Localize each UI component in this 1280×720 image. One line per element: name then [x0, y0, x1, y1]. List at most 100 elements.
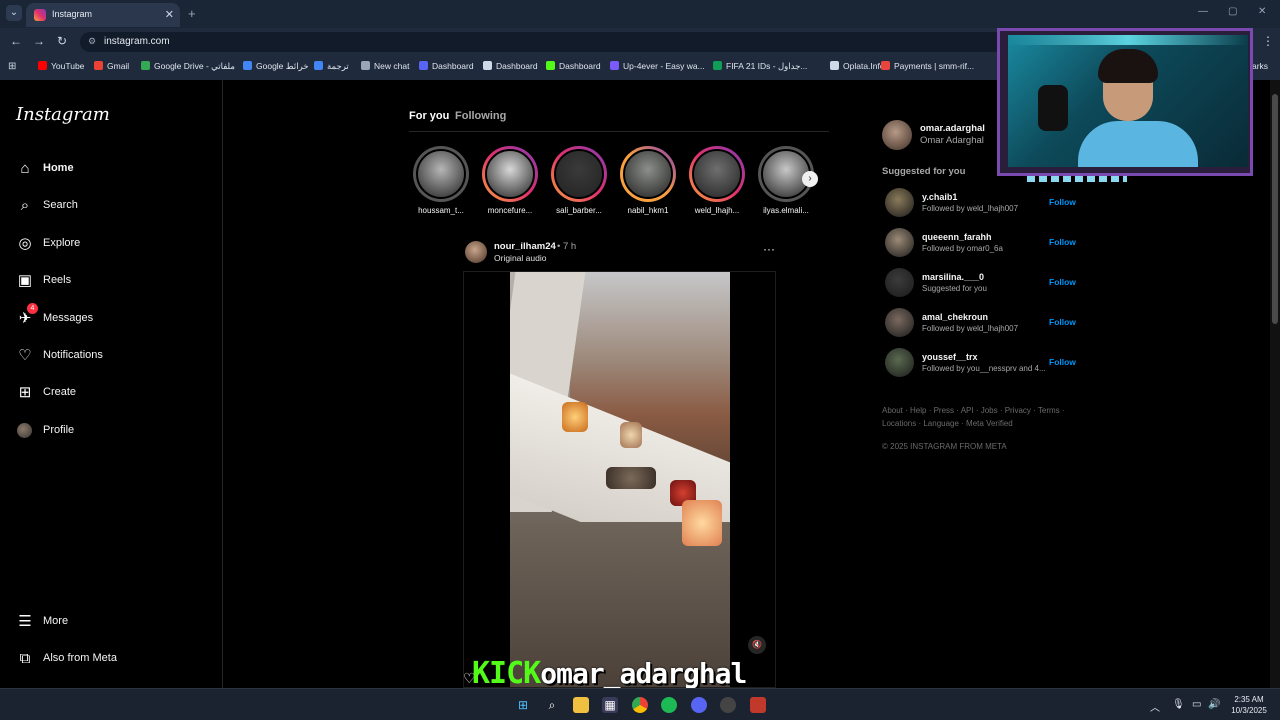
suggestion-subtitle: Followed by weld_lhajh007 — [922, 324, 1019, 333]
footer-links[interactable]: About · Help · Press · API · Jobs · Priv… — [882, 404, 1082, 430]
tab-following[interactable]: Following — [455, 110, 506, 122]
stories-next-icon[interactable]: › — [802, 171, 818, 187]
nav-item-notifications[interactable]: ♡ Notifications — [16, 345, 206, 369]
post-author-username[interactable]: nour_ilham24 — [494, 241, 556, 252]
post-author-avatar[interactable] — [465, 241, 487, 263]
candle-image — [682, 500, 722, 546]
back-icon[interactable]: ← — [10, 34, 22, 48]
nav-item-also-from-meta[interactable]: ⧉ Also from Meta — [16, 648, 206, 672]
tab-search-button[interactable]: ⌄ — [6, 5, 22, 21]
webcam-frame — [997, 28, 1253, 176]
suggestion-avatar[interactable] — [885, 308, 914, 337]
nav-item-create[interactable]: ⊞ Create — [16, 382, 206, 406]
maximize-icon[interactable]: ▢ — [1228, 6, 1237, 17]
follow-button[interactable]: Follow — [1049, 197, 1076, 207]
follow-button[interactable]: Follow — [1049, 317, 1076, 327]
app-icon[interactable] — [750, 697, 766, 713]
page-scrollbar[interactable] — [1270, 80, 1280, 688]
suggestion-avatar[interactable] — [885, 228, 914, 257]
nav-item-more[interactable]: ☰ More — [16, 611, 206, 635]
post-more-icon[interactable]: ··· — [763, 242, 775, 256]
nav-label: Create — [43, 386, 77, 398]
chrome-icon[interactable] — [632, 697, 648, 713]
spotify-icon[interactable] — [661, 697, 677, 713]
story-item[interactable]: nabil_hkm1 — [617, 146, 677, 218]
mic-icon[interactable]: 🎙 — [1172, 699, 1185, 710]
nav-item-explore[interactable]: ◎ Explore — [16, 233, 206, 257]
bookmark-item[interactable]: Google Drive - ملفاتي — [141, 61, 235, 72]
suggestion-avatar[interactable] — [885, 348, 914, 377]
meta-icon: ⧉ — [19, 650, 31, 667]
tray-overflow-icon[interactable]: ︿ — [1150, 699, 1160, 714]
tab-close-icon[interactable]: ✕ — [165, 8, 174, 21]
story-item[interactable]: houssam_t... — [410, 146, 470, 218]
story-item[interactable]: sali_barber... — [548, 146, 608, 218]
reload-icon[interactable]: ↻ — [57, 34, 67, 48]
all-bookmarks-button[interactable]: arks — [1252, 61, 1268, 71]
bookmark-item[interactable]: Up-4ever - Easy wa... — [610, 61, 705, 71]
follow-button[interactable]: Follow — [1049, 237, 1076, 247]
store-icon[interactable]: ▦ — [602, 697, 618, 713]
mute-icon[interactable]: 🔇 — [748, 636, 766, 654]
footer-line[interactable]: About · Help · Press · API · Jobs · Priv… — [882, 404, 1082, 417]
windows-start-icon[interactable]: ⊞ — [515, 697, 531, 713]
minimize-icon[interactable]: — — [1198, 6, 1208, 17]
tab-for-you[interactable]: For you — [409, 110, 449, 122]
bookmark-item[interactable]: Oplata.Info — [830, 61, 885, 71]
story-username: moncefure... — [487, 206, 533, 215]
site-settings-icon[interactable]: ⚙ — [88, 36, 96, 47]
bookmark-item[interactable]: New chat — [361, 61, 409, 71]
footer-line[interactable]: Locations · Language · Meta Verified — [882, 417, 1082, 430]
clock-time: 2:35 AM — [1234, 695, 1264, 704]
suggestion-username[interactable]: youssef__trx — [922, 352, 978, 362]
nav-label: Notifications — [43, 349, 103, 361]
system-clock[interactable]: 2:35 AM 10/3/2025 — [1226, 694, 1272, 716]
bookmark-item[interactable]: ترجمة — [314, 61, 349, 72]
suggestion-row: queeenn_farahh Followed by omar0_6a Follow — [885, 228, 1076, 260]
scroll-thumb[interactable] — [1272, 94, 1278, 324]
story-item[interactable]: moncefure... — [479, 146, 539, 218]
current-user-avatar[interactable] — [882, 120, 912, 150]
nav-item-search[interactable]: ⌕ Search — [16, 195, 206, 219]
volume-icon[interactable]: 🔊 — [1208, 699, 1220, 710]
forward-icon[interactable]: → — [33, 34, 45, 48]
story-item[interactable]: weld_lhajh... — [686, 146, 746, 218]
suggestion-avatar[interactable] — [885, 268, 914, 297]
nav-item-reels[interactable]: ▣ Reels — [16, 270, 206, 294]
instagram-logo[interactable]: Instagram — [16, 104, 110, 125]
new-tab-button[interactable]: + — [188, 6, 196, 21]
nav-item-messages[interactable]: ✈ 4 Messages — [16, 303, 206, 332]
bookmark-item[interactable]: Dashboard — [483, 61, 538, 71]
network-icon[interactable]: ▭ — [1192, 699, 1201, 710]
bookmark-item[interactable]: Dashboard — [546, 61, 601, 71]
bookmark-item[interactable]: YouTube — [38, 61, 84, 71]
bookmark-item[interactable]: FIFA 21 IDs - جداول... — [713, 61, 807, 72]
suggestion-avatar[interactable] — [885, 188, 914, 217]
file-explorer-icon[interactable] — [573, 697, 589, 713]
steam-icon[interactable] — [720, 697, 736, 713]
suggestion-username[interactable]: amal_chekroun — [922, 312, 988, 322]
follow-button[interactable]: Follow — [1049, 357, 1076, 367]
post-audio[interactable]: Original audio — [494, 253, 546, 263]
suggestion-username[interactable]: queeenn_farahh — [922, 232, 992, 242]
bookmark-item[interactable]: Payments | smm-rif... — [881, 61, 974, 71]
bookmark-item[interactable]: Google خرائط — [243, 61, 309, 72]
close-window-icon[interactable]: ✕ — [1258, 6, 1266, 17]
nav-item-profile[interactable]: Profile — [16, 420, 206, 444]
nav-item-home[interactable]: ⌂ Home — [16, 158, 206, 182]
nav-label: Also from Meta — [43, 652, 117, 664]
post-time: • 7 h — [557, 241, 577, 252]
tab-instagram[interactable]: Instagram ✕ — [26, 3, 180, 27]
bookmark-item[interactable]: Dashboard — [419, 61, 474, 71]
suggestion-username[interactable]: marsilina.___0 — [922, 272, 984, 282]
search-icon[interactable]: ⌕ — [544, 697, 560, 713]
bookmark-item[interactable]: Gmail — [94, 61, 129, 71]
post-video[interactable]: 🔇 — [463, 271, 776, 688]
discord-icon[interactable] — [691, 697, 707, 713]
apps-grid-icon[interactable]: ⊞ — [8, 61, 16, 72]
current-user-username[interactable]: omar.adarghal — [920, 123, 985, 134]
suggestion-username[interactable]: y.chaib1 — [922, 192, 957, 202]
follow-button[interactable]: Follow — [1049, 277, 1076, 287]
browser-menu-icon[interactable]: ⋮ — [1262, 34, 1274, 48]
suggestion-row: y.chaib1 Followed by weld_lhajh007 Follow — [885, 188, 1076, 220]
